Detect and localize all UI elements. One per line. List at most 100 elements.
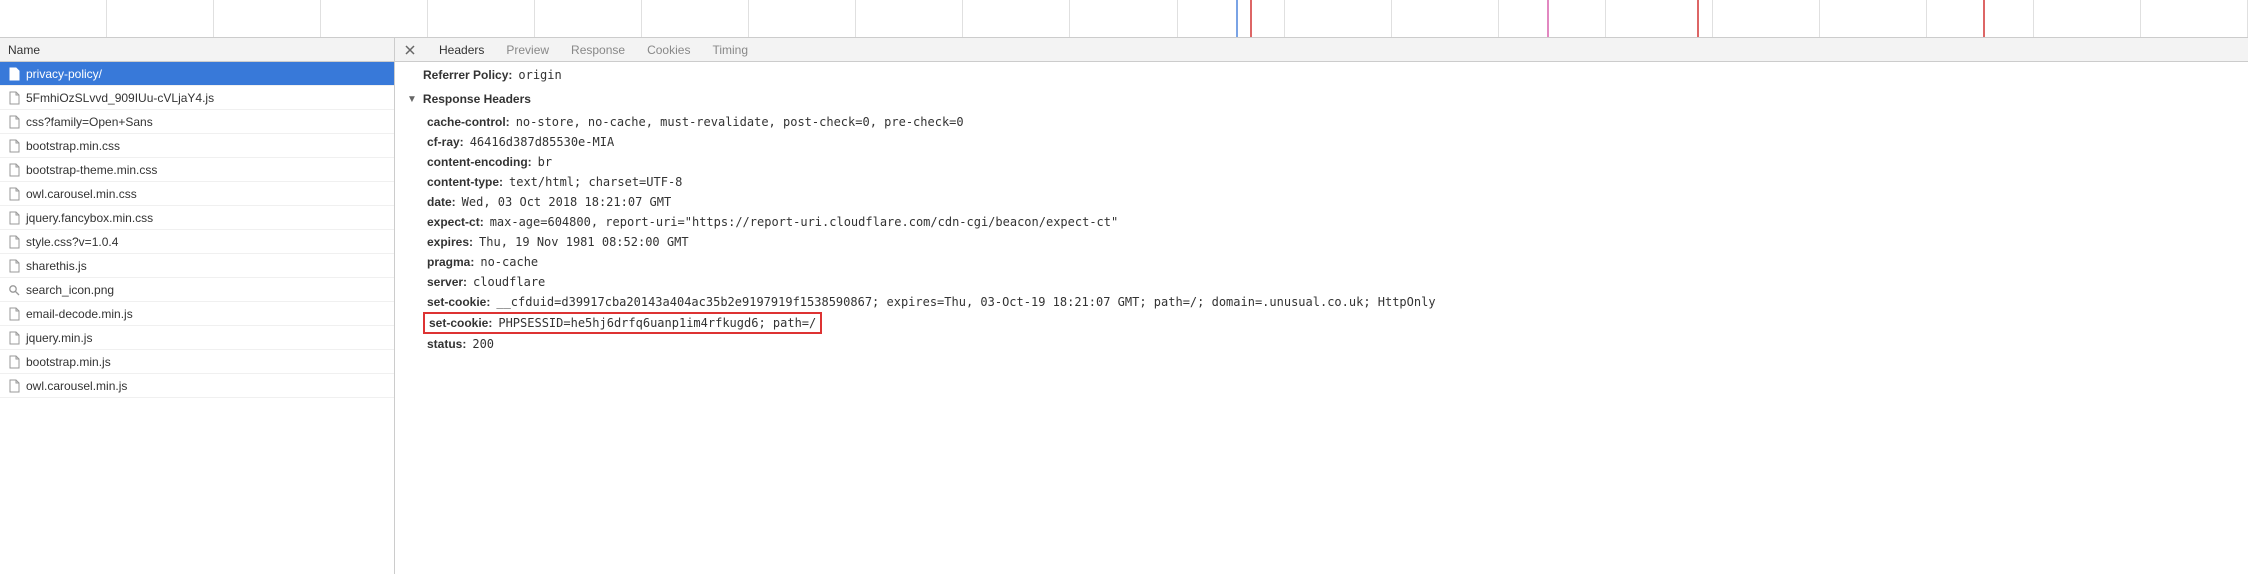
request-row[interactable]: email-decode.min.js	[0, 302, 394, 326]
header-value: 46416d387d85530e-MIA	[470, 135, 615, 149]
response-header-row: server: cloudflare	[403, 272, 2240, 292]
request-row[interactable]: jquery.min.js	[0, 326, 394, 350]
request-name: bootstrap-theme.min.css	[26, 163, 157, 177]
timeline-cell	[321, 0, 428, 37]
tab-preview[interactable]: Preview	[506, 43, 549, 57]
request-name: owl.carousel.min.js	[26, 379, 127, 393]
request-row[interactable]: bootstrap-theme.min.css	[0, 158, 394, 182]
request-row[interactable]: bootstrap.min.css	[0, 134, 394, 158]
response-header-row: date:Wed, 03 Oct 2018 18:21:07 GMT	[403, 192, 2240, 212]
request-name: jquery.min.js	[26, 331, 92, 345]
header-value: cloudflare	[473, 275, 545, 289]
tab-headers[interactable]: Headers	[439, 43, 484, 57]
header-name: set-cookie:	[427, 295, 490, 309]
response-header-row: status: 200	[403, 334, 2240, 354]
response-headers-section[interactable]: ▼ Response Headers	[403, 84, 2240, 112]
network-container: Name privacy-policy/5FmhiOzSLvvd_909IUu-…	[0, 38, 2248, 574]
header-value: no-store, no-cache, must-revalidate, pos…	[516, 115, 964, 129]
header-name: status:	[427, 337, 466, 351]
timeline-marker	[1983, 0, 1985, 37]
header-name: content-encoding:	[427, 155, 532, 169]
request-name: jquery.fancybox.min.css	[26, 211, 153, 225]
timeline-cell	[1713, 0, 1820, 37]
timeline-cell	[1392, 0, 1499, 37]
document-icon	[8, 379, 20, 393]
header-value: Wed, 03 Oct 2018 18:21:07 GMT	[462, 195, 672, 209]
header-name: content-type:	[427, 175, 503, 189]
timeline-cell	[214, 0, 321, 37]
request-name: bootstrap.min.css	[26, 139, 120, 153]
referrer-policy-label: Referrer Policy:	[423, 68, 512, 82]
close-icon[interactable]	[403, 43, 417, 57]
request-row[interactable]: sharethis.js	[0, 254, 394, 278]
header-name: pragma:	[427, 255, 474, 269]
request-name: bootstrap.min.js	[26, 355, 111, 369]
referrer-policy-row: Referrer Policy: origin	[403, 66, 2240, 84]
response-header-row: set-cookie: __cfduid=d39917cba20143a404ac…	[403, 292, 2240, 312]
response-header-row: cf-ray:46416d387d85530e-MIA	[403, 132, 2240, 152]
request-row[interactable]: search_icon.png	[0, 278, 394, 302]
request-name: owl.carousel.min.css	[26, 187, 137, 201]
header-name: expires:	[427, 235, 473, 249]
response-header-row: expires: Thu, 19 Nov 1981 08:52:00 GMT	[403, 232, 2240, 252]
request-name: privacy-policy/	[26, 67, 102, 81]
document-icon	[8, 235, 20, 249]
request-row[interactable]: owl.carousel.min.js	[0, 374, 394, 398]
tab-timing[interactable]: Timing	[712, 43, 748, 57]
document-icon	[8, 163, 20, 177]
request-name: search_icon.png	[26, 283, 114, 297]
details-tabs: Headers Preview Response Cookies Timing	[395, 38, 2248, 62]
request-row[interactable]: style.css?v=1.0.4	[0, 230, 394, 254]
timeline-overview[interactable]	[0, 0, 2248, 38]
chevron-down-icon: ▼	[407, 94, 417, 105]
request-row[interactable]: jquery.fancybox.min.css	[0, 206, 394, 230]
document-icon	[8, 331, 20, 345]
header-value: 200	[472, 337, 494, 351]
header-value: __cfduid=d39917cba20143a404ac35b2e919791…	[496, 295, 1435, 309]
timeline-cell	[2034, 0, 2141, 37]
document-icon	[8, 307, 20, 321]
response-header-row: content-type: text/html; charset=UTF-8	[403, 172, 2240, 192]
tab-response[interactable]: Response	[571, 43, 625, 57]
document-icon	[8, 67, 20, 81]
timeline-cell	[963, 0, 1070, 37]
document-icon	[8, 187, 20, 201]
header-value: Thu, 19 Nov 1981 08:52:00 GMT	[479, 235, 689, 249]
tab-cookies[interactable]: Cookies	[647, 43, 690, 57]
name-column-header[interactable]: Name	[0, 38, 394, 62]
timeline-cell	[1285, 0, 1392, 37]
header-name: server:	[427, 275, 467, 289]
request-row[interactable]: bootstrap.min.js	[0, 350, 394, 374]
details-body: Referrer Policy: origin ▼ Response Heade…	[395, 62, 2248, 574]
header-name: set-cookie:	[429, 316, 492, 330]
timeline-cell	[2141, 0, 2248, 37]
header-value: max-age=604800, report-uri="https://repo…	[490, 215, 1119, 229]
request-name: email-decode.min.js	[26, 307, 133, 321]
header-value: br	[538, 155, 552, 169]
document-icon	[8, 91, 20, 105]
timeline-marker	[1236, 0, 1238, 37]
timeline-cell	[642, 0, 749, 37]
header-value: text/html; charset=UTF-8	[509, 175, 682, 189]
timeline-cell	[535, 0, 642, 37]
timeline-cell	[856, 0, 963, 37]
request-row[interactable]: owl.carousel.min.css	[0, 182, 394, 206]
document-icon	[8, 211, 20, 225]
timeline-marker	[1250, 0, 1252, 37]
request-name: sharethis.js	[26, 259, 87, 273]
request-row[interactable]: 5FmhiOzSLvvd_909IUu-cVLjaY4.js	[0, 86, 394, 110]
request-list: privacy-policy/5FmhiOzSLvvd_909IUu-cVLja…	[0, 62, 394, 574]
response-header-row: set-cookie:PHPSESSID=he5hj6drfq6uanp1im4…	[423, 312, 822, 334]
timeline-marker	[1547, 0, 1549, 37]
search-icon	[8, 283, 20, 297]
timeline-cell	[1178, 0, 1285, 37]
referrer-policy-value: origin	[518, 68, 561, 82]
request-list-pane: Name privacy-policy/5FmhiOzSLvvd_909IUu-…	[0, 38, 395, 574]
document-icon	[8, 355, 20, 369]
request-row[interactable]: css?family=Open+Sans	[0, 110, 394, 134]
document-icon	[8, 115, 20, 129]
timeline-cell	[1499, 0, 1606, 37]
timeline-cell	[1820, 0, 1927, 37]
timeline-cell	[749, 0, 856, 37]
request-row[interactable]: privacy-policy/	[0, 62, 394, 86]
